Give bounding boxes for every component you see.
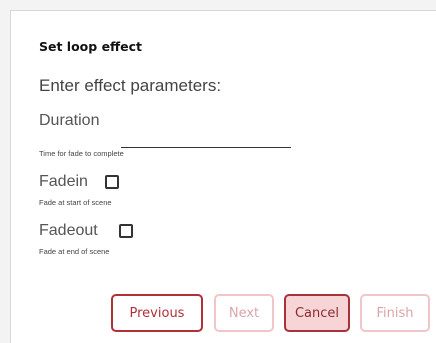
duration-label: Duration [39, 112, 100, 129]
cancel-button[interactable]: Cancel [284, 294, 350, 332]
loop-effect-dialog: Set loop effect Enter effect parameters:… [10, 10, 436, 343]
fadein-checkbox[interactable] [105, 175, 119, 189]
dialog-subtitle: Enter effect parameters: [39, 76, 222, 95]
fadeout-label: Fadeout [39, 222, 98, 239]
next-button[interactable]: Next [214, 294, 274, 332]
finish-button[interactable]: Finish [360, 294, 430, 332]
fadeout-help: Fade at end of scene [39, 247, 110, 256]
fadein-help: Fade at start of scene [39, 198, 112, 207]
previous-button[interactable]: Previous [111, 294, 203, 332]
duration-input[interactable] [121, 129, 291, 148]
fadein-label: Fadein [39, 173, 88, 190]
fadeout-checkbox[interactable] [119, 224, 133, 238]
dialog-title: Set loop effect [39, 39, 143, 54]
duration-help: Time for fade to complete [39, 149, 124, 158]
